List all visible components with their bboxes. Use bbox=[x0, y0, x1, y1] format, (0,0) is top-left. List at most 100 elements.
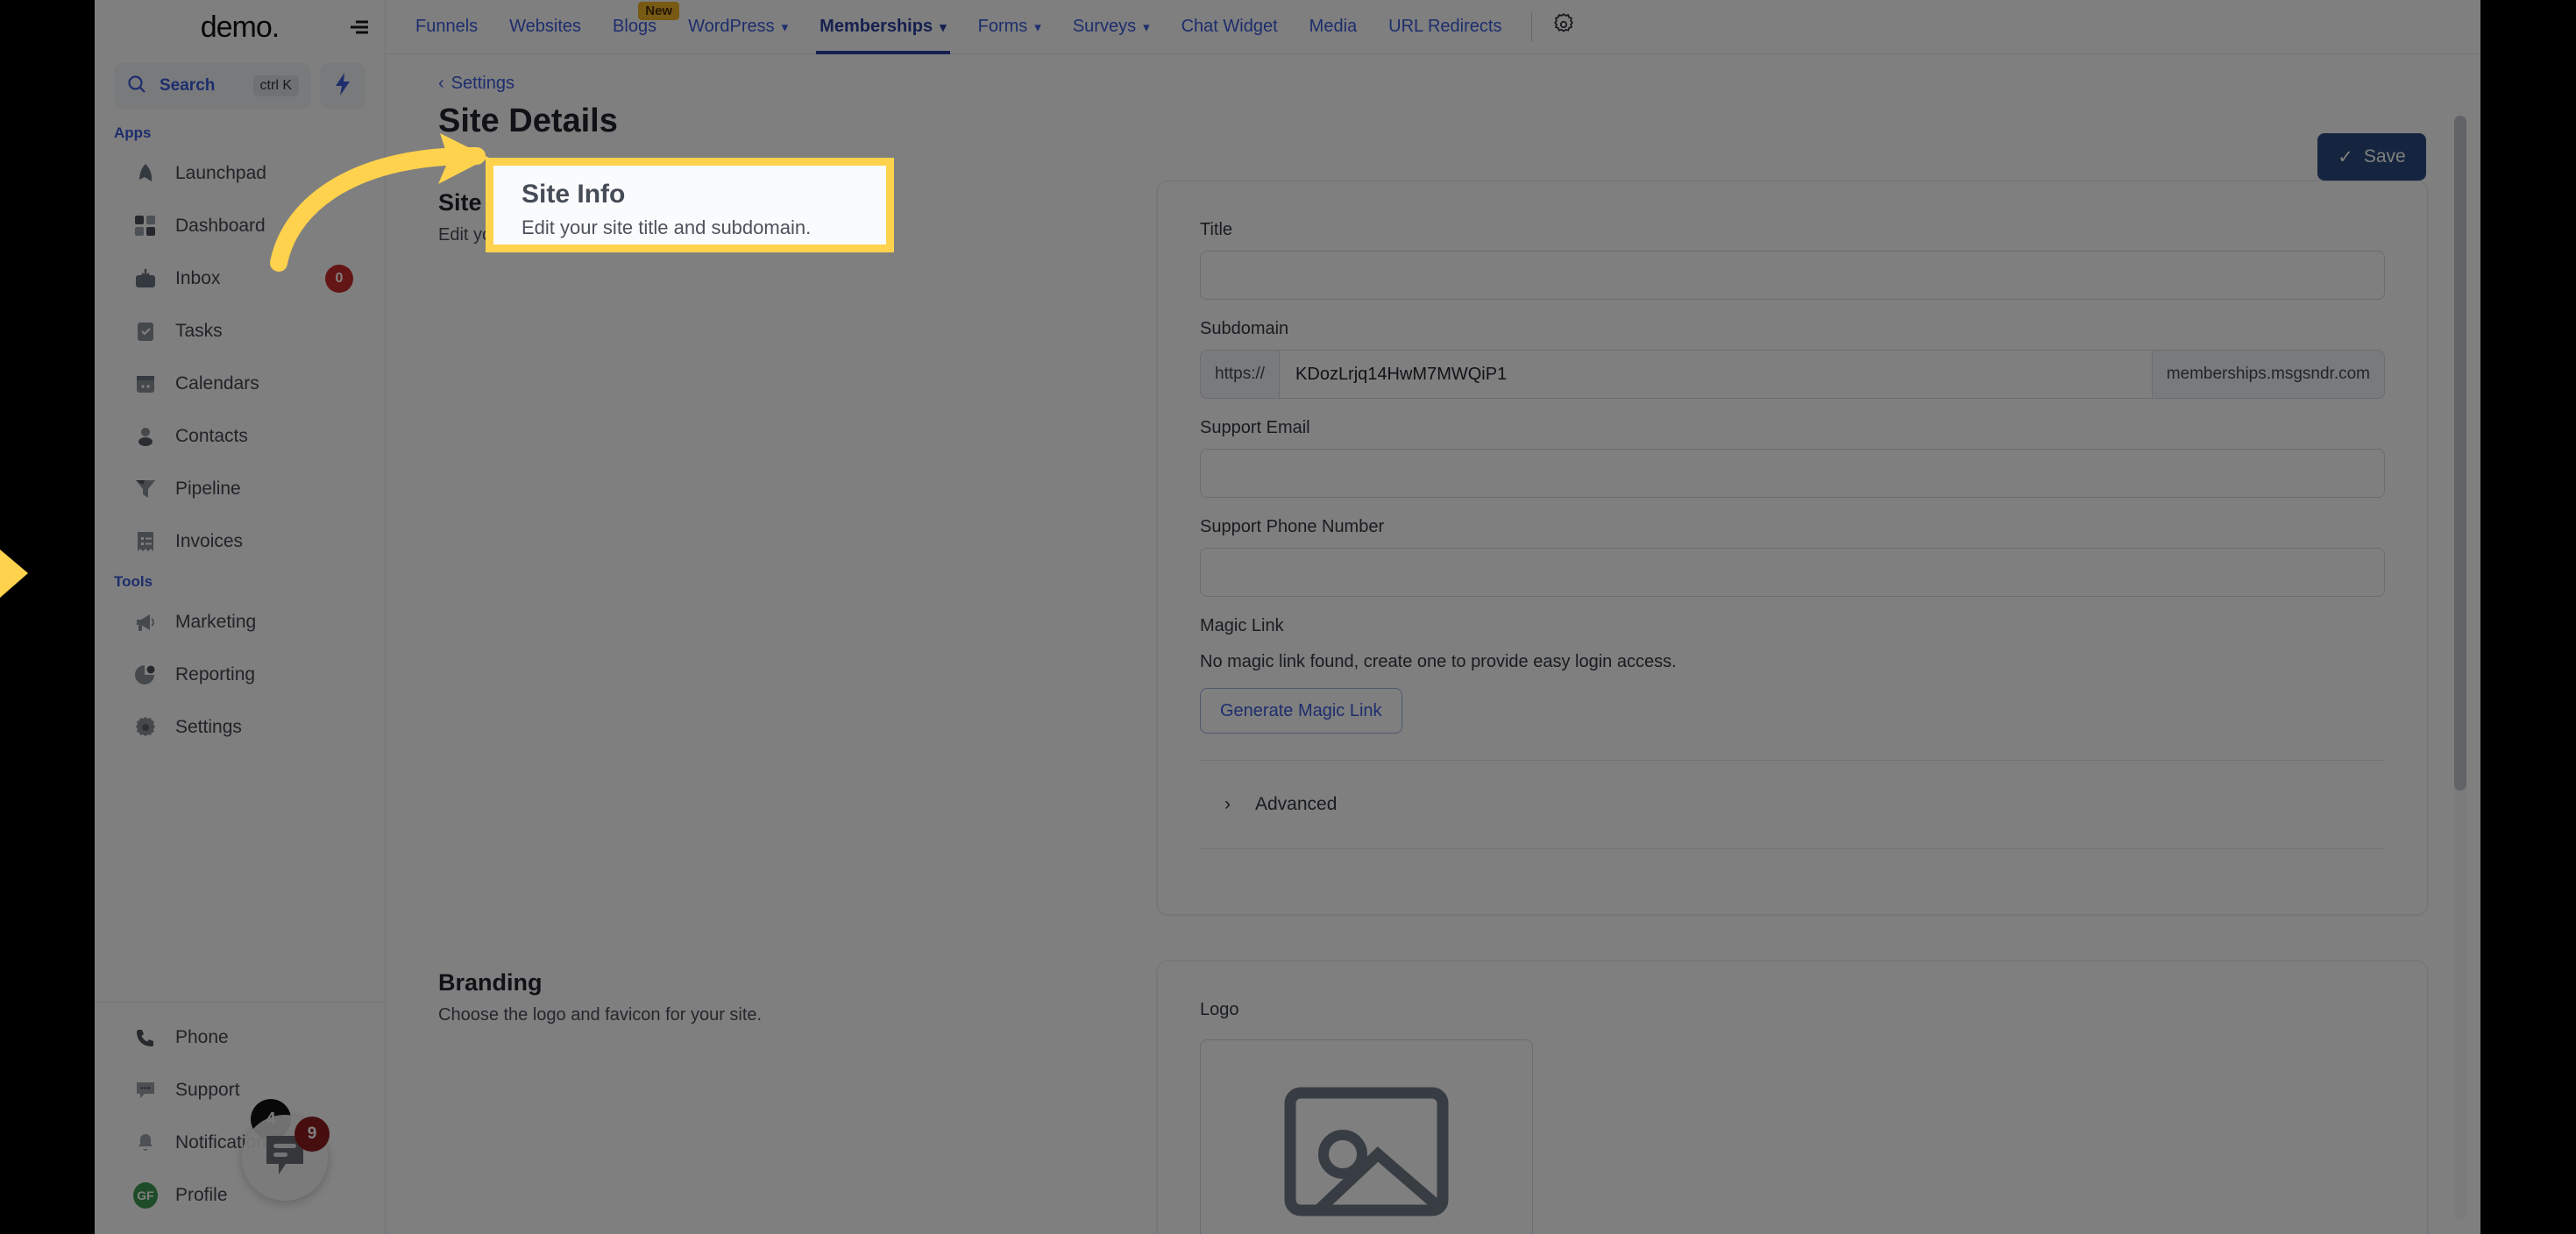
sidebar-item-label: Profile bbox=[175, 1185, 228, 1205]
tab-label: WordPress bbox=[688, 17, 775, 36]
branding-subtitle: Choose the logo and favicon for your sit… bbox=[438, 1005, 763, 1025]
sidebar-item-reporting[interactable]: Reporting bbox=[95, 649, 385, 701]
app-logo-dot: . bbox=[271, 10, 280, 44]
tab-label: Funnels bbox=[415, 17, 479, 36]
tab-blogs[interactable]: Blogs New bbox=[597, 0, 680, 54]
advanced-accordion-toggle[interactable]: › Advanced bbox=[1200, 787, 2385, 822]
calendar-icon bbox=[133, 372, 158, 396]
avatar: GF bbox=[133, 1182, 158, 1209]
save-button[interactable]: ✓ Save bbox=[2317, 133, 2426, 181]
generate-magic-link-button[interactable]: Generate Magic Link bbox=[1200, 688, 1402, 734]
gear-icon bbox=[133, 715, 158, 740]
search-input[interactable]: Search ctrl K bbox=[114, 63, 311, 109]
nav-divider bbox=[1531, 11, 1533, 42]
sidebar-item-tasks[interactable]: Tasks bbox=[95, 305, 385, 358]
logo-label: Logo bbox=[1200, 1000, 1239, 1019]
top-navigation: Funnels Websites Blogs New WordPress ▾ M… bbox=[386, 0, 2480, 54]
sidebar-item-label: Launchpad bbox=[175, 163, 266, 183]
chevron-down-icon: ▾ bbox=[1034, 19, 1041, 35]
tab-url-redirects[interactable]: URL Redirects bbox=[1373, 0, 1517, 54]
sidebar-item-profile[interactable]: GF Profile bbox=[95, 1169, 385, 1222]
tasks-icon bbox=[133, 319, 158, 344]
gear-icon bbox=[1551, 12, 1576, 42]
site-info-form-card: Title Subdomain https:// KDozLrjq14HwM7M… bbox=[1157, 181, 2428, 915]
tab-funnels[interactable]: Funnels bbox=[400, 0, 493, 54]
sidebar-item-phone[interactable]: Phone bbox=[95, 1011, 385, 1064]
vertical-scrollbar-thumb[interactable] bbox=[2454, 116, 2466, 791]
tab-forms[interactable]: Forms ▾ bbox=[962, 0, 1057, 54]
sidebar-item-label: Marketing bbox=[175, 612, 257, 632]
highlight-subtitle: Edit your site title and subdomain. bbox=[522, 216, 812, 238]
sidebar-bottom-nav: Phone Support Notifications GF Profile bbox=[95, 1002, 385, 1234]
tab-label: Chat Widget bbox=[1181, 17, 1278, 36]
tab-label: Forms bbox=[977, 17, 1028, 36]
pie-chart-icon bbox=[133, 663, 158, 687]
sidebar-item-label: Settings bbox=[175, 717, 242, 737]
subdomain-protocol-prefix: https:// bbox=[1201, 351, 1281, 398]
app-logo-text: demo bbox=[200, 10, 273, 44]
tab-websites[interactable]: Websites bbox=[493, 0, 597, 54]
field-label: Magic Link bbox=[1200, 616, 1284, 635]
tab-memberships[interactable]: Memberships ▾ bbox=[804, 0, 962, 54]
sidebar-item-label: Tasks bbox=[175, 321, 223, 341]
tab-label: Websites bbox=[509, 17, 582, 36]
sidebar-item-support[interactable]: Support bbox=[95, 1064, 385, 1117]
highlight-box-site-info[interactable]: Site Info Edit your site title and subdo… bbox=[486, 158, 894, 252]
sidebar-item-contacts[interactable]: Contacts bbox=[95, 410, 385, 463]
sidebar-item-label: Inbox bbox=[175, 268, 221, 288]
breadcrumb[interactable]: ‹ Settings bbox=[438, 74, 2428, 94]
sidebar-item-marketing[interactable]: Marketing bbox=[95, 596, 385, 649]
title-input[interactable] bbox=[1200, 251, 2385, 300]
chevron-down-icon: ▾ bbox=[1143, 19, 1150, 35]
support-email-input[interactable] bbox=[1200, 449, 2385, 498]
tab-surveys[interactable]: Surveys ▾ bbox=[1057, 0, 1166, 54]
chevron-down-icon: ▾ bbox=[781, 19, 789, 35]
image-placeholder-icon bbox=[1283, 1086, 1450, 1222]
check-icon: ✓ bbox=[2338, 146, 2353, 167]
quick-actions-button[interactable] bbox=[320, 63, 365, 109]
tab-label: Media bbox=[1309, 17, 1358, 36]
chat-widget-button[interactable]: 9 bbox=[242, 1115, 330, 1201]
field-label: Title bbox=[1200, 220, 1233, 239]
sidebar-item-label: Support bbox=[175, 1080, 240, 1100]
sidebar-group-label-tools: Tools bbox=[114, 573, 153, 590]
vertical-scrollbar-track[interactable] bbox=[2454, 116, 2466, 1220]
sidebar-item-settings[interactable]: Settings bbox=[95, 701, 385, 754]
sidebar-item-notifications[interactable]: Notifications bbox=[95, 1117, 385, 1169]
sidebar-item-label: Dashboard bbox=[175, 216, 266, 236]
support-phone-input[interactable] bbox=[1200, 548, 2385, 597]
sidebar-item-pipeline[interactable]: Pipeline bbox=[95, 463, 385, 515]
pipeline-icon bbox=[133, 477, 158, 501]
invoices-icon bbox=[133, 529, 158, 554]
topnav-settings-button[interactable] bbox=[1546, 0, 1581, 54]
field-magic-link: Magic Link No magic link found, create o… bbox=[1200, 616, 2385, 734]
phone-icon bbox=[133, 1025, 158, 1050]
annotation-arrow-left-edge bbox=[0, 550, 28, 598]
sidebar-item-label: Contacts bbox=[175, 426, 248, 446]
collapse-sidebar-icon[interactable] bbox=[344, 12, 374, 42]
page-title: Site Details bbox=[438, 103, 618, 139]
chat-unread-badge: 9 bbox=[295, 1117, 330, 1152]
save-button-label: Save bbox=[2363, 146, 2406, 167]
divider bbox=[1200, 760, 2385, 761]
tab-media[interactable]: Media bbox=[1294, 0, 1373, 54]
sidebar-item-label: Pipeline bbox=[175, 479, 241, 499]
sidebar-item-calendars[interactable]: Calendars bbox=[95, 358, 385, 410]
chevron-down-icon: ▾ bbox=[940, 19, 947, 35]
bolt-icon bbox=[333, 72, 352, 100]
subdomain-input[interactable]: KDozLrjq14HwM7MWQiP1 bbox=[1280, 351, 2152, 398]
advanced-label: Advanced bbox=[1255, 794, 1338, 814]
field-label: Support Email bbox=[1200, 418, 1310, 437]
branding-card: Logo bbox=[1157, 961, 2428, 1234]
tab-wordpress[interactable]: WordPress ▾ bbox=[672, 0, 804, 54]
logo-upload-dropzone[interactable] bbox=[1200, 1039, 1533, 1234]
tab-label: Memberships bbox=[820, 17, 933, 36]
app-logo[interactable]: demo. bbox=[201, 11, 280, 45]
inbox-icon bbox=[133, 266, 158, 291]
sidebar-item-label: Reporting bbox=[175, 664, 256, 684]
subdomain-domain-suffix: memberships.msgsndr.com bbox=[2151, 351, 2384, 398]
branding-description: Branding Choose the logo and favicon for… bbox=[438, 961, 1104, 1234]
sidebar-item-invoices[interactable]: Invoices bbox=[95, 515, 385, 568]
search-shortcut-badge: ctrl K bbox=[252, 75, 299, 96]
tab-chat-widget[interactable]: Chat Widget bbox=[1166, 0, 1294, 54]
